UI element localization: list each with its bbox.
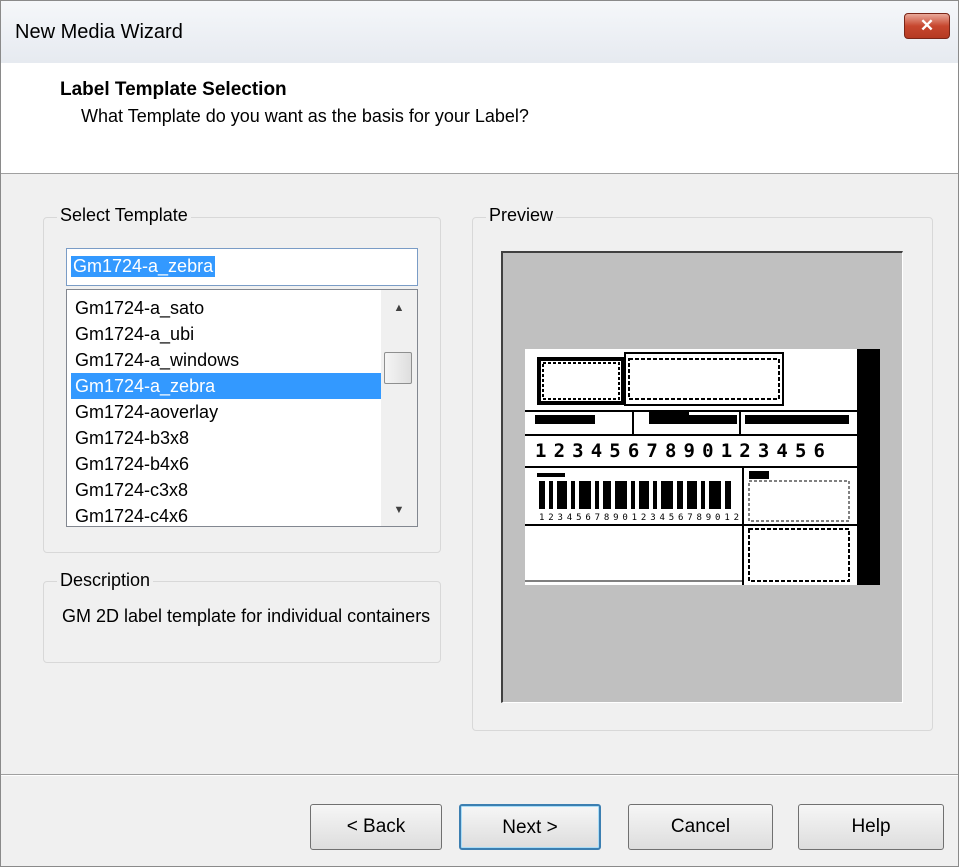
wizard-window: New Media Wizard ✕ Label Template Select… [0, 0, 959, 867]
label-preview: 1234567890123456 1234567890123456789012 [501, 251, 903, 703]
template-listbox[interactable]: Gm1724-a_sato Gm1724-a_ubi Gm1724-a_window… [66, 289, 418, 527]
triangle-down-icon[interactable]: ▼ [381, 496, 417, 524]
description-text: GM 2D label template for individual cont… [62, 606, 431, 626]
label-preview-image: 1234567890123456 1234567890123456789012 [525, 349, 880, 585]
template-input-value: Gm1724-a_zebra [71, 256, 216, 277]
template-list-item[interactable]: Gm1724-b3x8 [71, 425, 381, 451]
template-list-item[interactable]: Gm1724-aoverlay [71, 399, 381, 425]
template-name-input[interactable]: Gm1724-a_zebra [66, 248, 418, 286]
page-subtitle: What Template do you want as the basis f… [81, 106, 529, 126]
template-list-item[interactable]: Gm1724-a_ubi [71, 321, 381, 347]
template-list-item[interactable]: Gm1724-a_zebra [71, 373, 381, 399]
template-list-item[interactable]: Gm1724-a_windows [71, 347, 381, 373]
help-button[interactable]: Help [798, 804, 944, 850]
template-list-item[interactable]: Gm1724-b4x6 [71, 451, 381, 477]
footer-separator [1, 774, 958, 776]
template-list-scrollbar[interactable]: ▲ ▼ [381, 290, 417, 526]
close-icon: ✕ [919, 16, 935, 35]
template-list-item[interactable]: Gm1724-c4x6 [71, 503, 381, 526]
scroll-thumb[interactable] [384, 352, 412, 384]
cancel-button[interactable]: Cancel [628, 804, 773, 850]
back-button[interactable]: < Back [310, 804, 442, 850]
window-title: New Media Wizard [15, 21, 183, 43]
triangle-up-icon[interactable]: ▲ [381, 294, 417, 322]
wizard-header: Label Template Selection What Template d… [1, 63, 958, 174]
template-list-item[interactable]: Gm1724-a_sato [71, 295, 381, 321]
close-button[interactable]: ✕ [904, 13, 950, 39]
next-button[interactable]: Next > [459, 804, 601, 850]
select-template-label: Select Template [57, 205, 191, 226]
description-label: Description [57, 570, 154, 591]
preview-label: Preview [486, 205, 557, 226]
page-title: Label Template Selection [60, 79, 287, 100]
template-list-item[interactable]: Gm1724-c3x8 [71, 477, 381, 503]
title-bar[interactable]: New Media Wizard ✕ [1, 1, 958, 63]
